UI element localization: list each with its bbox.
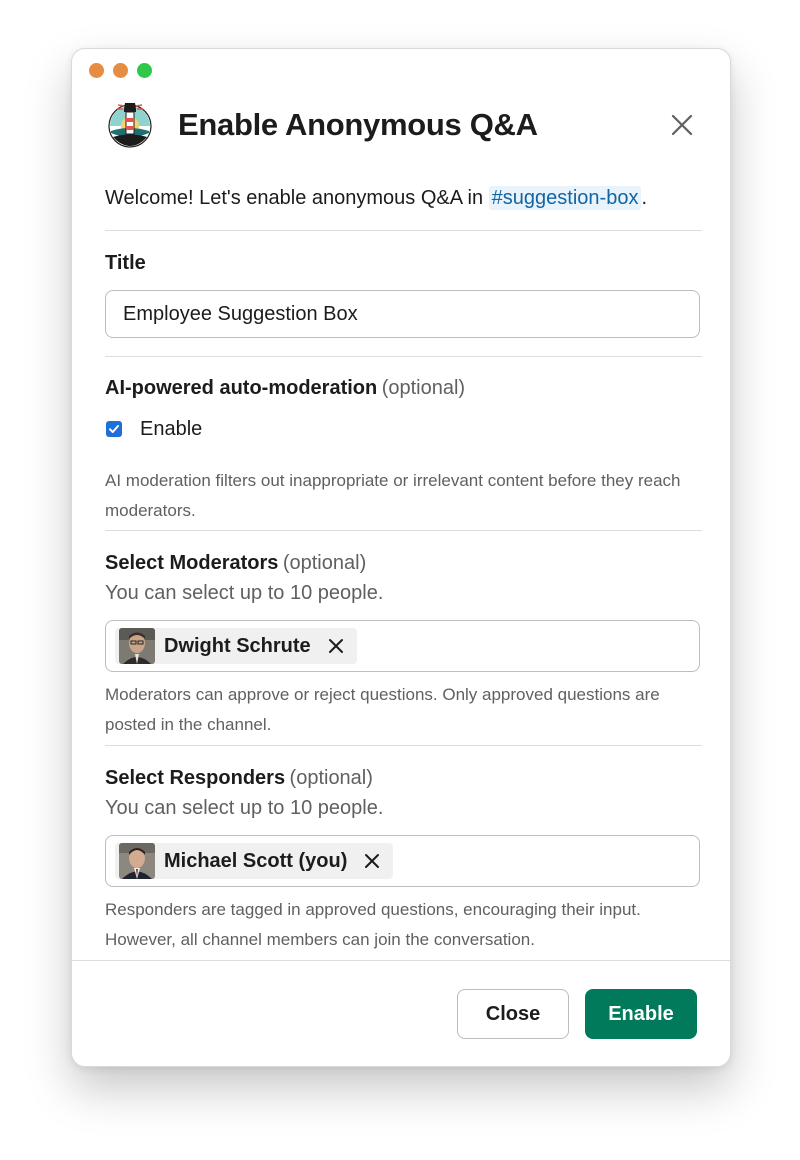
responders-help: Responders are tagged in approved questi… xyxy=(105,900,641,949)
moderators-label: Select Moderators xyxy=(105,552,279,574)
avatar xyxy=(119,843,155,879)
lighthouse-app-icon xyxy=(108,103,152,148)
close-icon[interactable] xyxy=(668,111,696,139)
window-controls xyxy=(89,63,152,78)
responders-label: Select Responders xyxy=(105,767,286,789)
divider xyxy=(105,530,702,531)
avatar xyxy=(119,628,155,664)
moderation-help: AI moderation filters out inappropriate … xyxy=(105,471,681,520)
divider xyxy=(105,230,702,231)
enable-button[interactable]: Enable xyxy=(585,989,697,1039)
optional-tag: (optional) xyxy=(381,377,466,399)
modal-title: Enable Anonymous Q&A xyxy=(178,107,538,142)
user-name: Michael Scott (you) xyxy=(164,849,348,872)
remove-icon[interactable] xyxy=(327,637,345,655)
optional-tag: (optional) xyxy=(289,767,373,789)
window-close-button[interactable] xyxy=(89,63,104,78)
checkmark-icon xyxy=(109,425,119,433)
enable-moderation-label[interactable]: Enable xyxy=(140,418,202,441)
moderation-label: AI-powered auto-moderation xyxy=(105,377,378,399)
intro-text: Welcome! Let's enable anonymous Q&A in #… xyxy=(105,186,648,210)
user-name: Dwight Schrute xyxy=(164,634,311,657)
window-maximize-button[interactable] xyxy=(137,63,152,78)
responders-select[interactable]: Michael Scott (you) xyxy=(105,835,700,887)
title-label: Title xyxy=(105,252,146,274)
title-input[interactable] xyxy=(105,290,700,338)
divider xyxy=(105,356,702,357)
responders-subtitle: You can select up to 10 people. xyxy=(105,797,384,819)
enable-moderation-checkbox[interactable] xyxy=(106,421,122,437)
selected-user-chip: Dwight Schrute xyxy=(115,628,357,664)
moderation-heading: AI-powered auto-moderation (optional) xyxy=(105,377,702,400)
remove-icon[interactable] xyxy=(363,852,381,870)
responders-heading: Select Responders (optional) xyxy=(105,767,702,790)
selected-user-chip: Michael Scott (you) xyxy=(115,843,394,879)
moderators-subtitle: You can select up to 10 people. xyxy=(105,582,384,604)
channel-link[interactable]: #suggestion-box xyxy=(488,186,642,210)
optional-tag: (optional) xyxy=(282,552,367,574)
footer-divider xyxy=(72,960,730,961)
window-minimize-button[interactable] xyxy=(113,63,128,78)
close-button[interactable]: Close xyxy=(457,989,569,1039)
moderators-select[interactable]: Dwight Schrute xyxy=(105,620,700,672)
divider xyxy=(105,745,702,746)
moderators-heading: Select Moderators (optional) xyxy=(105,552,702,575)
modal-window: Enable Anonymous Q&A Welcome! Let's enab… xyxy=(71,48,731,1067)
moderators-help: Moderators can approve or reject questio… xyxy=(105,685,660,734)
